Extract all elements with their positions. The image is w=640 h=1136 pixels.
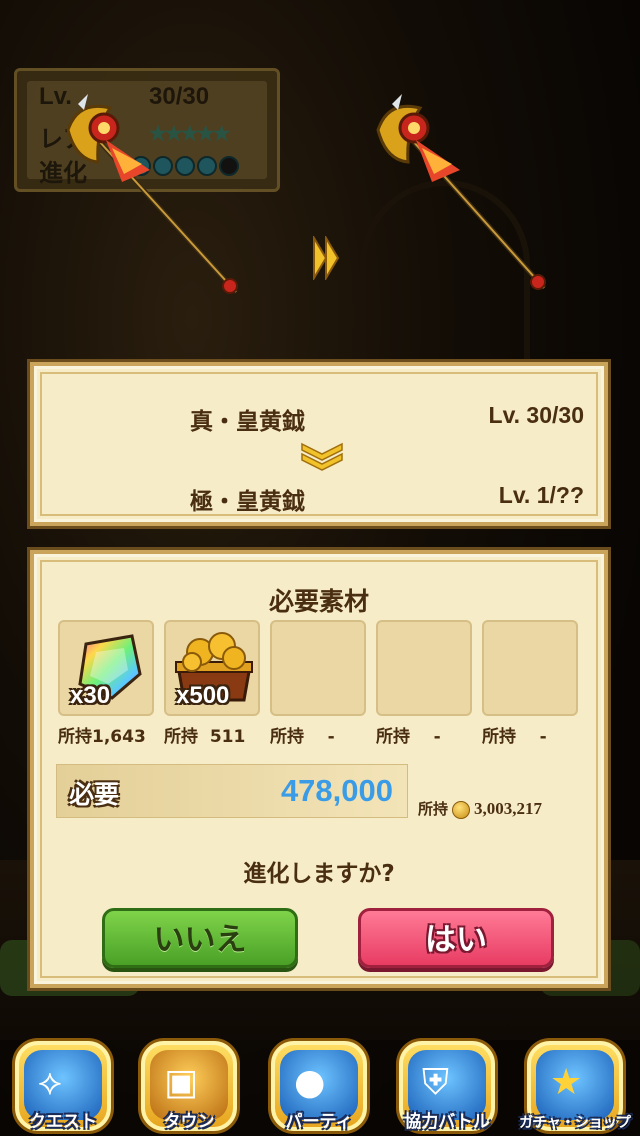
material-slot-empty[interactable] [376,620,472,716]
nav-label: ガチャ・ショップ [519,1115,631,1131]
party-group-icon: ● [294,1062,326,1103]
required-gold-box: 必要 478,000 [56,764,408,818]
gold-coin-icon [452,800,471,819]
no-button[interactable]: いいえ [102,908,298,968]
nav-quest[interactable]: ⟡ クエスト [4,1034,122,1136]
owned-gold-value: 3,003,217 [474,799,543,818]
material-owned: 所持 - [482,727,547,747]
nav-label: クエスト [29,1112,97,1132]
nav-label: タウン [163,1112,215,1132]
materials-title: 必要素材 [268,587,369,616]
nav-party[interactable]: ● パーティ [260,1034,378,1136]
required-gold-value: 478,000 [280,773,393,808]
to-weapon-level: Lv. 1/?? [498,482,584,508]
material-owned: 所持 511 [164,727,246,747]
double-chevron-down-icon [300,442,344,476]
material-slot-empty[interactable] [482,620,578,716]
weapon-before-image [58,94,258,300]
to-weapon-name: 極・皇黄鉞 [190,489,305,515]
material-owned: 所持 - [270,727,335,747]
owned-gold: 所持 3,003,217 [418,798,542,819]
material-slot[interactable]: x500 [164,620,260,716]
required-label: 必要 [69,780,120,809]
material-slot-empty[interactable] [270,620,366,716]
nav-coop-battle[interactable]: ⛨ 協力バトル [388,1034,506,1136]
material-count: x500 [176,682,230,709]
material-owned: 所持 - [376,727,441,747]
quest-map-icon: ⟡ [38,1062,62,1103]
yes-button[interactable]: はい [358,908,554,968]
weapon-after-image [372,94,572,300]
material-owned: 所持1,643 [58,727,146,747]
nav-label: 協力バトル [404,1112,490,1132]
axe-weapon-icon [376,94,546,290]
material-slot[interactable]: x30 [58,620,154,716]
confirm-question: 進化しますか? [243,861,395,887]
owned-gold-label: 所持 [418,800,449,818]
evolution-confirm-dialog: 必要素材 x30 x500 所持1,643 所持 511 所持 - 所持 - 所… [30,550,608,988]
nav-gacha-shop[interactable]: ★ ガチャ・ショップ [516,1034,634,1136]
material-count: x30 [70,682,111,709]
from-weapon-level: Lv. 30/30 [488,402,584,428]
axe-weapon-icon [66,94,238,294]
town-treasure-icon: ▣ [164,1062,199,1103]
from-weapon-name: 真・皇黄鉞 [190,409,305,435]
double-arrow-right-icon [312,234,342,284]
nav-label: パーティ [285,1112,353,1132]
gacha-star-icon: ★ [550,1062,583,1103]
evolution-summary-panel: 真・皇黄鉞 Lv. 30/30 極・皇黄鉞 Lv. 1/?? [30,362,608,526]
nav-town[interactable]: ▣ タウン [130,1034,248,1136]
coop-battle-shield-icon: ⛨ [422,1062,450,1103]
